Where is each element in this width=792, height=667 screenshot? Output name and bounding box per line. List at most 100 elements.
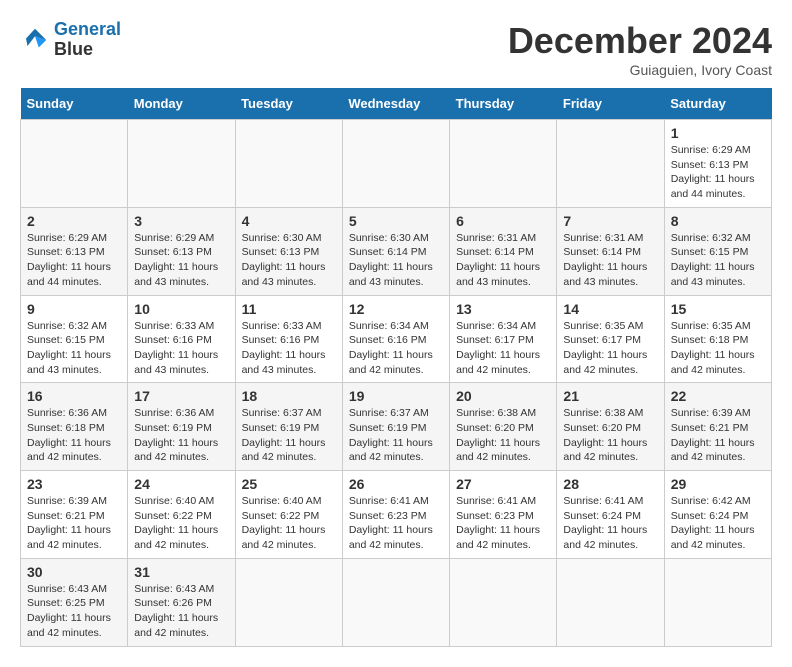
calendar-cell: 3 Sunrise: 6:29 AM Sunset: 6:13 PM Dayli… (128, 207, 235, 295)
calendar-cell (342, 120, 449, 208)
day-info: Sunrise: 6:31 AM Sunset: 6:14 PM Dayligh… (456, 231, 550, 290)
day-info: Sunrise: 6:41 AM Sunset: 6:23 PM Dayligh… (349, 494, 443, 553)
day-number: 1 (671, 125, 765, 141)
calendar-cell (450, 120, 557, 208)
calendar-cell: 5 Sunrise: 6:30 AM Sunset: 6:14 PM Dayli… (342, 207, 449, 295)
calendar-cell: 10 Sunrise: 6:33 AM Sunset: 6:16 PM Dayl… (128, 295, 235, 383)
calendar-table: SundayMondayTuesdayWednesdayThursdayFrid… (20, 88, 772, 647)
day-info: Sunrise: 6:42 AM Sunset: 6:24 PM Dayligh… (671, 494, 765, 553)
calendar-cell: 29 Sunrise: 6:42 AM Sunset: 6:24 PM Dayl… (664, 471, 771, 559)
calendar-cell: 19 Sunrise: 6:37 AM Sunset: 6:19 PM Dayl… (342, 383, 449, 471)
day-info: Sunrise: 6:34 AM Sunset: 6:17 PM Dayligh… (456, 319, 550, 378)
calendar-week-2: 2 Sunrise: 6:29 AM Sunset: 6:13 PM Dayli… (21, 207, 772, 295)
weekday-header-wednesday: Wednesday (342, 88, 449, 120)
day-number: 9 (27, 301, 121, 317)
logo: General Blue (20, 20, 121, 60)
day-number: 29 (671, 476, 765, 492)
calendar-cell (235, 120, 342, 208)
calendar-cell: 13 Sunrise: 6:34 AM Sunset: 6:17 PM Dayl… (450, 295, 557, 383)
weekday-header-saturday: Saturday (664, 88, 771, 120)
day-number: 21 (563, 388, 657, 404)
calendar-cell (557, 558, 664, 646)
calendar-cell: 24 Sunrise: 6:40 AM Sunset: 6:22 PM Dayl… (128, 471, 235, 559)
calendar-cell: 9 Sunrise: 6:32 AM Sunset: 6:15 PM Dayli… (21, 295, 128, 383)
calendar-cell: 27 Sunrise: 6:41 AM Sunset: 6:23 PM Dayl… (450, 471, 557, 559)
calendar-cell: 23 Sunrise: 6:39 AM Sunset: 6:21 PM Dayl… (21, 471, 128, 559)
logo-text: General Blue (54, 20, 121, 60)
day-info: Sunrise: 6:35 AM Sunset: 6:17 PM Dayligh… (563, 319, 657, 378)
calendar-cell: 31 Sunrise: 6:43 AM Sunset: 6:26 PM Dayl… (128, 558, 235, 646)
weekday-header-tuesday: Tuesday (235, 88, 342, 120)
day-number: 22 (671, 388, 765, 404)
day-number: 24 (134, 476, 228, 492)
day-info: Sunrise: 6:37 AM Sunset: 6:19 PM Dayligh… (242, 406, 336, 465)
day-number: 14 (563, 301, 657, 317)
calendar-cell: 22 Sunrise: 6:39 AM Sunset: 6:21 PM Dayl… (664, 383, 771, 471)
day-number: 23 (27, 476, 121, 492)
day-number: 27 (456, 476, 550, 492)
day-number: 20 (456, 388, 550, 404)
calendar-cell (664, 558, 771, 646)
calendar-cell: 25 Sunrise: 6:40 AM Sunset: 6:22 PM Dayl… (235, 471, 342, 559)
calendar-cell: 14 Sunrise: 6:35 AM Sunset: 6:17 PM Dayl… (557, 295, 664, 383)
day-info: Sunrise: 6:38 AM Sunset: 6:20 PM Dayligh… (563, 406, 657, 465)
day-number: 26 (349, 476, 443, 492)
day-info: Sunrise: 6:41 AM Sunset: 6:24 PM Dayligh… (563, 494, 657, 553)
day-info: Sunrise: 6:29 AM Sunset: 6:13 PM Dayligh… (27, 231, 121, 290)
calendar-cell: 16 Sunrise: 6:36 AM Sunset: 6:18 PM Dayl… (21, 383, 128, 471)
day-info: Sunrise: 6:39 AM Sunset: 6:21 PM Dayligh… (671, 406, 765, 465)
day-info: Sunrise: 6:35 AM Sunset: 6:18 PM Dayligh… (671, 319, 765, 378)
day-number: 16 (27, 388, 121, 404)
weekday-header-friday: Friday (557, 88, 664, 120)
day-number: 8 (671, 213, 765, 229)
calendar-week-3: 9 Sunrise: 6:32 AM Sunset: 6:15 PM Dayli… (21, 295, 772, 383)
day-info: Sunrise: 6:39 AM Sunset: 6:21 PM Dayligh… (27, 494, 121, 553)
month-title: December 2024 (508, 20, 772, 62)
title-section: December 2024 Guiaguien, Ivory Coast (508, 20, 772, 78)
day-number: 19 (349, 388, 443, 404)
day-number: 4 (242, 213, 336, 229)
day-info: Sunrise: 6:29 AM Sunset: 6:13 PM Dayligh… (134, 231, 228, 290)
day-number: 25 (242, 476, 336, 492)
calendar-cell: 20 Sunrise: 6:38 AM Sunset: 6:20 PM Dayl… (450, 383, 557, 471)
calendar-cell (235, 558, 342, 646)
day-number: 18 (242, 388, 336, 404)
day-info: Sunrise: 6:43 AM Sunset: 6:26 PM Dayligh… (134, 582, 228, 641)
calendar-cell: 12 Sunrise: 6:34 AM Sunset: 6:16 PM Dayl… (342, 295, 449, 383)
day-number: 7 (563, 213, 657, 229)
day-info: Sunrise: 6:33 AM Sunset: 6:16 PM Dayligh… (134, 319, 228, 378)
day-info: Sunrise: 6:30 AM Sunset: 6:13 PM Dayligh… (242, 231, 336, 290)
calendar-week-6: 30 Sunrise: 6:43 AM Sunset: 6:25 PM Dayl… (21, 558, 772, 646)
day-info: Sunrise: 6:29 AM Sunset: 6:13 PM Dayligh… (671, 143, 765, 202)
day-info: Sunrise: 6:32 AM Sunset: 6:15 PM Dayligh… (671, 231, 765, 290)
calendar-cell: 26 Sunrise: 6:41 AM Sunset: 6:23 PM Dayl… (342, 471, 449, 559)
calendar-cell (128, 120, 235, 208)
day-info: Sunrise: 6:43 AM Sunset: 6:25 PM Dayligh… (27, 582, 121, 641)
calendar-cell: 8 Sunrise: 6:32 AM Sunset: 6:15 PM Dayli… (664, 207, 771, 295)
calendar-cell: 6 Sunrise: 6:31 AM Sunset: 6:14 PM Dayli… (450, 207, 557, 295)
day-number: 5 (349, 213, 443, 229)
day-number: 10 (134, 301, 228, 317)
day-info: Sunrise: 6:38 AM Sunset: 6:20 PM Dayligh… (456, 406, 550, 465)
weekday-header-thursday: Thursday (450, 88, 557, 120)
weekday-header-sunday: Sunday (21, 88, 128, 120)
day-number: 6 (456, 213, 550, 229)
day-number: 13 (456, 301, 550, 317)
calendar-cell: 4 Sunrise: 6:30 AM Sunset: 6:13 PM Dayli… (235, 207, 342, 295)
calendar-cell: 2 Sunrise: 6:29 AM Sunset: 6:13 PM Dayli… (21, 207, 128, 295)
calendar-cell: 15 Sunrise: 6:35 AM Sunset: 6:18 PM Dayl… (664, 295, 771, 383)
day-info: Sunrise: 6:40 AM Sunset: 6:22 PM Dayligh… (134, 494, 228, 553)
day-number: 31 (134, 564, 228, 580)
day-number: 30 (27, 564, 121, 580)
day-info: Sunrise: 6:37 AM Sunset: 6:19 PM Dayligh… (349, 406, 443, 465)
calendar-week-4: 16 Sunrise: 6:36 AM Sunset: 6:18 PM Dayl… (21, 383, 772, 471)
day-info: Sunrise: 6:32 AM Sunset: 6:15 PM Dayligh… (27, 319, 121, 378)
day-info: Sunrise: 6:41 AM Sunset: 6:23 PM Dayligh… (456, 494, 550, 553)
logo-icon (20, 25, 50, 55)
calendar-header-row: SundayMondayTuesdayWednesdayThursdayFrid… (21, 88, 772, 120)
location: Guiaguien, Ivory Coast (508, 62, 772, 78)
day-info: Sunrise: 6:36 AM Sunset: 6:18 PM Dayligh… (27, 406, 121, 465)
calendar-week-5: 23 Sunrise: 6:39 AM Sunset: 6:21 PM Dayl… (21, 471, 772, 559)
day-number: 11 (242, 301, 336, 317)
calendar-cell (342, 558, 449, 646)
